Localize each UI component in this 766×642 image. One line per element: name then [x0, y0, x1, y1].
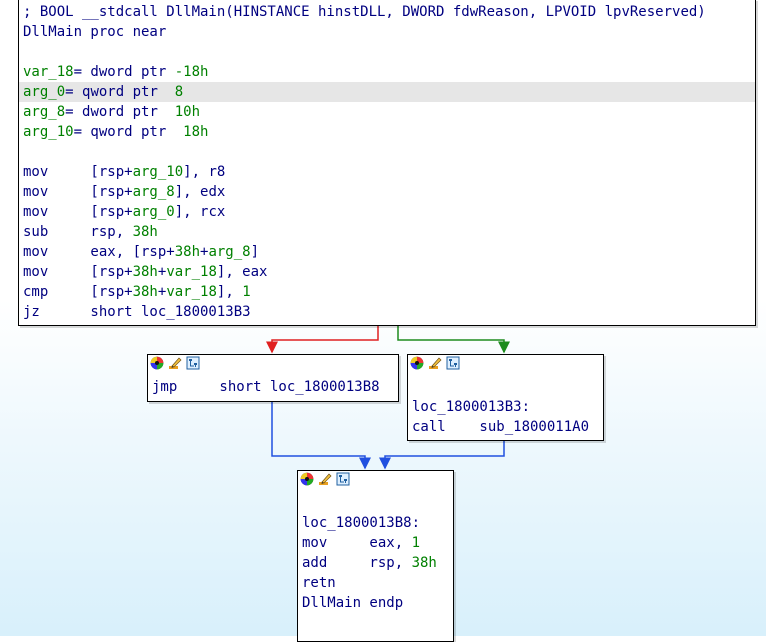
code-line[interactable]: mov eax, 1 [298, 533, 453, 553]
operand-token: arg_10 [132, 164, 184, 180]
code-token: jmp short loc_1800013B8 [152, 379, 380, 395]
jmp-block-node[interactable]: jmp short loc_1800013B8 [147, 354, 399, 402]
code-token: sub rsp, [23, 224, 133, 240]
exit-block-node[interactable]: loc_1800013B8: mov eax, 1 add rsp, 38h retn… [297, 470, 454, 642]
code-line[interactable]: mov [rsp+arg_8], edx [19, 182, 755, 202]
code-token: = qword ptr [73, 124, 184, 140]
code-token: call sub_1800011A0 [412, 419, 590, 435]
operand-token: 38h [132, 264, 158, 280]
operand-token: var_18 [166, 264, 217, 280]
edge-false-branch[interactable] [266, 325, 379, 354]
code-token: ] [250, 244, 260, 260]
code-token: mov [rsp+ [23, 164, 133, 180]
code-line[interactable]: loc_1800013B3: [408, 397, 603, 417]
node-toolbar [408, 355, 603, 375]
code-line[interactable]: cmp [rsp+38h+var_18], 1 [19, 282, 755, 302]
code-line[interactable]: jmp short loc_1800013B8 [148, 377, 398, 397]
code-token: ], r8 [183, 164, 226, 180]
operand-token: var_18 [166, 284, 217, 300]
node-toolbar [298, 471, 453, 491]
code-line[interactable]: jz short loc_1800013B3 [19, 302, 755, 322]
code-token: = dword ptr [65, 104, 175, 120]
operand-token: arg_10 [23, 124, 74, 140]
code-line[interactable]: sub rsp, 38h [19, 222, 755, 242]
code-token: ], eax [216, 264, 268, 280]
code-line[interactable]: retn [298, 573, 453, 593]
blank-line[interactable] [408, 377, 603, 397]
graph-overview-icon[interactable] [446, 356, 460, 374]
operand-token: arg_8 [132, 184, 175, 200]
operand-token: -18h [174, 64, 209, 80]
code-line[interactable]: arg_8= dword ptr 10h [19, 102, 755, 122]
code-token: mov [rsp+ [23, 264, 133, 280]
code-token: mov [rsp+ [23, 204, 133, 220]
code-token: jz short loc_1800013B3 [23, 304, 251, 320]
code-token: DllMain proc near [23, 24, 167, 40]
operand-token: 38h [411, 555, 437, 571]
operand-token: 38h [174, 244, 201, 260]
operand-token: 18h [183, 124, 209, 140]
code-token: ], rcx [174, 204, 226, 220]
color-palette-icon[interactable] [150, 356, 164, 374]
code-token: = dword ptr [73, 64, 175, 80]
operand-token: 38h [132, 224, 158, 240]
graph-overview-icon[interactable] [186, 356, 200, 374]
code-line[interactable]: mov [rsp+arg_10], r8 [19, 162, 755, 182]
code-token: cmp [rsp+ [23, 284, 133, 300]
operand-token: var_18 [23, 64, 74, 80]
operand-token: arg_8 [23, 104, 66, 120]
entry-block-node[interactable]: ; BOOL __stdcall DllMain(HINSTANCE hinst… [18, 0, 756, 326]
code-line[interactable]: DllMain endp [298, 593, 453, 613]
edge-jmp-to-exit[interactable] [271, 401, 371, 470]
operand-token: arg_0 [23, 84, 66, 100]
code-token: add rsp, [302, 555, 412, 571]
edge-call-to-exit[interactable] [379, 440, 505, 470]
code-token: mov eax, [302, 535, 412, 551]
graph-overview-icon[interactable] [336, 472, 350, 490]
rename-pencil-icon[interactable] [428, 356, 442, 374]
code-token: retn [302, 575, 336, 591]
operand-token: arg_0 [132, 204, 175, 220]
code-token: loc_1800013B3: [412, 399, 531, 415]
code-token: loc_1800013B8: [302, 515, 421, 531]
operand-token: 1 [411, 535, 421, 551]
edge-true-branch[interactable] [397, 325, 510, 354]
blank-line[interactable] [298, 493, 453, 513]
code-line[interactable]: add rsp, 38h [298, 553, 453, 573]
code-line[interactable]: mov eax, [rsp+38h+arg_8] [19, 242, 755, 262]
color-palette-icon[interactable] [410, 356, 424, 374]
code-token: ; BOOL __stdcall DllMain(HINSTANCE hinst… [23, 4, 706, 20]
operand-token: arg_8 [208, 244, 251, 260]
color-palette-icon[interactable] [300, 472, 314, 490]
rename-pencil-icon[interactable] [318, 472, 332, 490]
code-token: mov eax, [rsp+ [23, 244, 175, 260]
code-token: = qword ptr [65, 84, 175, 100]
code-line[interactable]: arg_10= qword ptr 18h [19, 122, 755, 142]
code-token: mov [rsp+ [23, 184, 133, 200]
blank-line[interactable] [19, 42, 755, 62]
operand-token: 10h [174, 104, 201, 120]
code-line[interactable]: loc_1800013B8: [298, 513, 453, 533]
operand-token: 8 [174, 84, 184, 100]
code-line[interactable]: mov [rsp+arg_0], rcx [19, 202, 755, 222]
code-token: ], [216, 284, 243, 300]
rename-pencil-icon[interactable] [168, 356, 182, 374]
code-line[interactable]: mov [rsp+38h+var_18], eax [19, 262, 755, 282]
code-token: DllMain endp [302, 595, 404, 611]
blank-line[interactable] [19, 142, 755, 162]
code-line[interactable]: arg_0= qword ptr 8 [19, 82, 755, 102]
code-line[interactable]: DllMain proc near [19, 22, 755, 42]
code-line[interactable]: ; BOOL __stdcall DllMain(HINSTANCE hinst… [19, 2, 755, 22]
code-line[interactable]: var_18= dword ptr -18h [19, 62, 755, 82]
node-toolbar [148, 355, 398, 375]
operand-token: 38h [132, 284, 158, 300]
code-line[interactable]: call sub_1800011A0 [408, 417, 603, 437]
code-token: ], edx [174, 184, 226, 200]
call-block-node[interactable]: loc_1800013B3:call sub_1800011A0 [407, 354, 604, 441]
operand-token: 1 [242, 284, 251, 300]
